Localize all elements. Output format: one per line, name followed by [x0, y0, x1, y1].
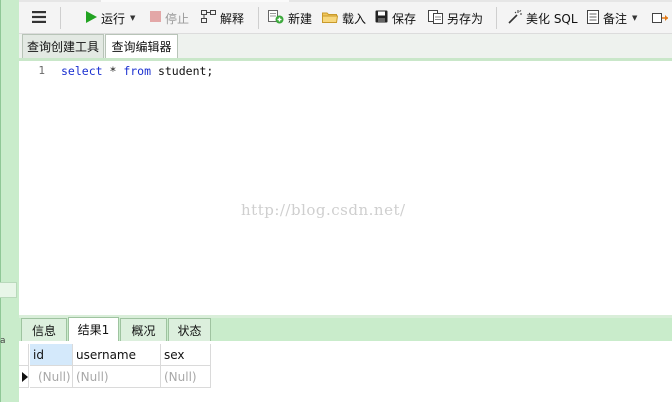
cell-value: (Null): [76, 369, 109, 384]
tab-label: 概况: [131, 323, 156, 338]
code-line[interactable]: select * from student;: [61, 64, 213, 78]
new-query-icon: [268, 9, 284, 27]
line-number: 1: [38, 64, 45, 77]
left-pane-scroll-handle[interactable]: [0, 282, 17, 298]
current-row-icon: [22, 372, 28, 382]
menu-button[interactable]: [32, 8, 46, 28]
column-header-label: username: [76, 347, 136, 362]
toolbar-separator: [496, 7, 497, 29]
result-tab-bar: 信息 结果1 概况 状态: [19, 317, 672, 341]
save-button[interactable]: 保存: [375, 8, 416, 28]
tab-label: 结果1: [77, 323, 110, 337]
tab-query-editor[interactable]: 查询编辑器: [105, 34, 178, 58]
cell-value: (Null): [38, 369, 71, 384]
note-icon: [587, 9, 599, 27]
tab-label: 查询创建工具: [26, 40, 99, 54]
magic-wand-icon: [506, 9, 522, 27]
table-cell[interactable]: (Null): [73, 366, 161, 388]
left-pane-text-fragment: a: [0, 336, 6, 346]
run-button[interactable]: 运行 ▼: [85, 8, 135, 28]
toolbar-separator: [258, 7, 259, 29]
folder-icon: [322, 11, 339, 26]
save-as-icon: [428, 9, 443, 27]
toolbar-separator: [60, 7, 61, 29]
line-number-gutter: 1: [19, 61, 57, 315]
tab-result-1[interactable]: 结果1: [68, 317, 119, 341]
beautify-label: 美化 SQL: [526, 11, 578, 26]
column-header-label: sex: [164, 347, 185, 362]
explain-label: 解释: [220, 11, 245, 26]
column-header-label: id: [33, 347, 44, 362]
save-as-button[interactable]: 另存为: [428, 8, 483, 28]
tab-info[interactable]: 信息: [21, 318, 67, 341]
tab-label: 信息: [31, 323, 56, 338]
column-header-username[interactable]: username: [73, 344, 161, 366]
new-label: 新建: [288, 11, 313, 26]
sql-editor[interactable]: 1 select * from student; http://blog.csd…: [19, 61, 672, 315]
explain-icon: [201, 10, 216, 26]
new-query-button[interactable]: 新建: [268, 8, 312, 28]
sql-keyword: select: [61, 64, 103, 78]
sql-text: *: [102, 64, 124, 78]
text-tool-icon: [652, 10, 668, 27]
run-dropdown-icon[interactable]: ▼: [130, 14, 135, 22]
result-grid: id username sex (Null) (Null) (Null): [19, 341, 672, 402]
toolbar: 运行 ▼ 停止 解释 新建 载入 保存 另存为 美化 SQL 备注 ▼: [19, 0, 672, 34]
tab-query-builder[interactable]: 查询创建工具: [22, 34, 104, 58]
row-marker[interactable]: [19, 366, 29, 388]
load-button[interactable]: 载入: [322, 8, 366, 28]
table-cell[interactable]: (Null): [30, 366, 73, 388]
watermark: http://blog.csdn.net/: [241, 201, 406, 219]
row-marker-header: [19, 344, 29, 366]
hamburger-icon: [32, 10, 46, 26]
column-header-sex[interactable]: sex: [161, 344, 211, 366]
load-label: 载入: [342, 11, 367, 26]
beautify-sql-button[interactable]: 美化 SQL: [506, 8, 578, 28]
overflow-tool-button[interactable]: [652, 8, 672, 28]
tab-label: 查询编辑器: [111, 40, 172, 54]
sql-keyword: from: [123, 64, 152, 78]
tab-overview[interactable]: 概况: [120, 318, 167, 341]
query-tab-bar: 查询创建工具 查询编辑器: [19, 34, 672, 58]
run-label: 运行: [101, 11, 126, 26]
sql-text: student;: [151, 64, 214, 78]
explain-button[interactable]: 解释: [201, 8, 244, 28]
toolbar-top-highlight: [101, 0, 289, 2]
column-header-id[interactable]: id: [30, 344, 73, 366]
left-pane-edge: a: [0, 0, 19, 402]
note-label: 备注: [603, 11, 628, 26]
tab-status[interactable]: 状态: [168, 318, 211, 341]
play-icon: [85, 10, 97, 26]
cell-value: (Null): [164, 369, 197, 384]
table-cell[interactable]: (Null): [161, 366, 211, 388]
note-button[interactable]: 备注 ▼: [587, 8, 637, 28]
note-dropdown-icon[interactable]: ▼: [632, 14, 637, 22]
save-as-label: 另存为: [447, 11, 484, 26]
stop-label: 停止: [165, 11, 190, 26]
stop-icon: [150, 11, 161, 25]
tab-label: 状态: [177, 323, 202, 338]
save-label: 保存: [392, 11, 417, 26]
save-icon: [375, 10, 388, 26]
stop-button[interactable]: 停止: [150, 8, 189, 28]
